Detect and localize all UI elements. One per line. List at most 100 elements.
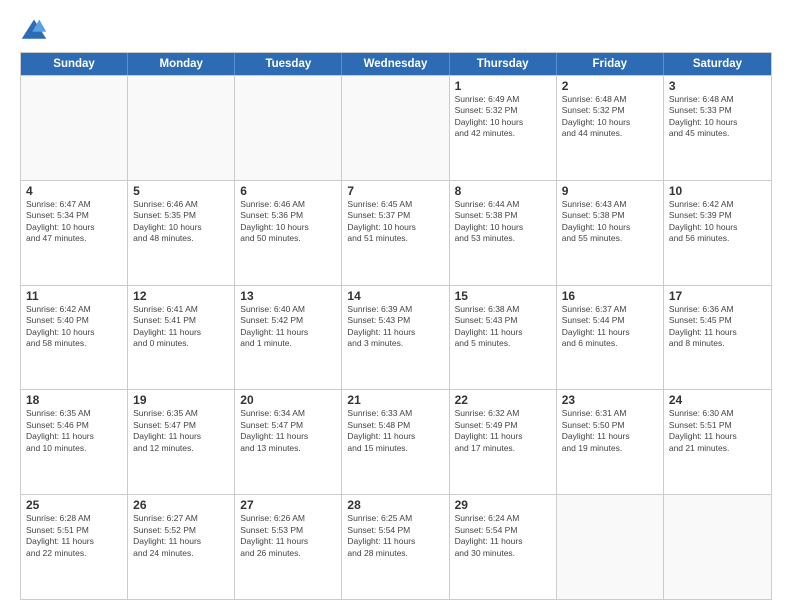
- calendar-cell: 18Sunrise: 6:35 AM Sunset: 5:46 PM Dayli…: [21, 390, 128, 494]
- header-day-saturday: Saturday: [664, 53, 771, 75]
- day-info: Sunrise: 6:41 AM Sunset: 5:41 PM Dayligh…: [133, 304, 229, 350]
- calendar: SundayMondayTuesdayWednesdayThursdayFrid…: [20, 52, 772, 600]
- calendar-cell: 21Sunrise: 6:33 AM Sunset: 5:48 PM Dayli…: [342, 390, 449, 494]
- day-number: 11: [26, 289, 122, 303]
- day-info: Sunrise: 6:34 AM Sunset: 5:47 PM Dayligh…: [240, 408, 336, 454]
- day-info: Sunrise: 6:48 AM Sunset: 5:33 PM Dayligh…: [669, 94, 766, 140]
- calendar-cell: 3Sunrise: 6:48 AM Sunset: 5:33 PM Daylig…: [664, 76, 771, 180]
- day-info: Sunrise: 6:39 AM Sunset: 5:43 PM Dayligh…: [347, 304, 443, 350]
- day-number: 15: [455, 289, 551, 303]
- day-info: Sunrise: 6:35 AM Sunset: 5:47 PM Dayligh…: [133, 408, 229, 454]
- calendar-cell: 20Sunrise: 6:34 AM Sunset: 5:47 PM Dayli…: [235, 390, 342, 494]
- day-number: 12: [133, 289, 229, 303]
- header-day-friday: Friday: [557, 53, 664, 75]
- calendar-cell: 13Sunrise: 6:40 AM Sunset: 5:42 PM Dayli…: [235, 286, 342, 390]
- day-number: 7: [347, 184, 443, 198]
- logo-icon: [20, 16, 48, 44]
- day-info: Sunrise: 6:30 AM Sunset: 5:51 PM Dayligh…: [669, 408, 766, 454]
- day-number: 13: [240, 289, 336, 303]
- calendar-cell: 2Sunrise: 6:48 AM Sunset: 5:32 PM Daylig…: [557, 76, 664, 180]
- day-info: Sunrise: 6:43 AM Sunset: 5:38 PM Dayligh…: [562, 199, 658, 245]
- calendar-cell: 14Sunrise: 6:39 AM Sunset: 5:43 PM Dayli…: [342, 286, 449, 390]
- calendar-cell: 15Sunrise: 6:38 AM Sunset: 5:43 PM Dayli…: [450, 286, 557, 390]
- day-number: 28: [347, 498, 443, 512]
- calendar-cell: 16Sunrise: 6:37 AM Sunset: 5:44 PM Dayli…: [557, 286, 664, 390]
- calendar-cell: 28Sunrise: 6:25 AM Sunset: 5:54 PM Dayli…: [342, 495, 449, 599]
- day-number: 9: [562, 184, 658, 198]
- calendar-cell: [342, 76, 449, 180]
- day-number: 21: [347, 393, 443, 407]
- day-info: Sunrise: 6:42 AM Sunset: 5:39 PM Dayligh…: [669, 199, 766, 245]
- day-info: Sunrise: 6:46 AM Sunset: 5:35 PM Dayligh…: [133, 199, 229, 245]
- calendar-cell: 29Sunrise: 6:24 AM Sunset: 5:54 PM Dayli…: [450, 495, 557, 599]
- day-number: 20: [240, 393, 336, 407]
- day-info: Sunrise: 6:32 AM Sunset: 5:49 PM Dayligh…: [455, 408, 551, 454]
- day-number: 18: [26, 393, 122, 407]
- calendar-cell: 22Sunrise: 6:32 AM Sunset: 5:49 PM Dayli…: [450, 390, 557, 494]
- calendar-week-3: 11Sunrise: 6:42 AM Sunset: 5:40 PM Dayli…: [21, 285, 771, 390]
- calendar-cell: 26Sunrise: 6:27 AM Sunset: 5:52 PM Dayli…: [128, 495, 235, 599]
- calendar-cell: 9Sunrise: 6:43 AM Sunset: 5:38 PM Daylig…: [557, 181, 664, 285]
- day-info: Sunrise: 6:27 AM Sunset: 5:52 PM Dayligh…: [133, 513, 229, 559]
- calendar-cell: [235, 76, 342, 180]
- calendar-cell: 27Sunrise: 6:26 AM Sunset: 5:53 PM Dayli…: [235, 495, 342, 599]
- day-info: Sunrise: 6:37 AM Sunset: 5:44 PM Dayligh…: [562, 304, 658, 350]
- day-info: Sunrise: 6:33 AM Sunset: 5:48 PM Dayligh…: [347, 408, 443, 454]
- calendar-week-1: 1Sunrise: 6:49 AM Sunset: 5:32 PM Daylig…: [21, 75, 771, 180]
- calendar-cell: 24Sunrise: 6:30 AM Sunset: 5:51 PM Dayli…: [664, 390, 771, 494]
- page: SundayMondayTuesdayWednesdayThursdayFrid…: [0, 0, 792, 612]
- day-info: Sunrise: 6:47 AM Sunset: 5:34 PM Dayligh…: [26, 199, 122, 245]
- calendar-week-2: 4Sunrise: 6:47 AM Sunset: 5:34 PM Daylig…: [21, 180, 771, 285]
- calendar-cell: 1Sunrise: 6:49 AM Sunset: 5:32 PM Daylig…: [450, 76, 557, 180]
- calendar-cell: 17Sunrise: 6:36 AM Sunset: 5:45 PM Dayli…: [664, 286, 771, 390]
- header: [20, 16, 772, 44]
- calendar-week-4: 18Sunrise: 6:35 AM Sunset: 5:46 PM Dayli…: [21, 389, 771, 494]
- calendar-cell: 7Sunrise: 6:45 AM Sunset: 5:37 PM Daylig…: [342, 181, 449, 285]
- logo: [20, 16, 54, 44]
- calendar-body: 1Sunrise: 6:49 AM Sunset: 5:32 PM Daylig…: [21, 75, 771, 599]
- calendar-cell: [128, 76, 235, 180]
- day-info: Sunrise: 6:28 AM Sunset: 5:51 PM Dayligh…: [26, 513, 122, 559]
- day-number: 4: [26, 184, 122, 198]
- calendar-cell: 25Sunrise: 6:28 AM Sunset: 5:51 PM Dayli…: [21, 495, 128, 599]
- day-info: Sunrise: 6:44 AM Sunset: 5:38 PM Dayligh…: [455, 199, 551, 245]
- calendar-cell: 12Sunrise: 6:41 AM Sunset: 5:41 PM Dayli…: [128, 286, 235, 390]
- day-number: 3: [669, 79, 766, 93]
- day-number: 1: [455, 79, 551, 93]
- calendar-cell: 23Sunrise: 6:31 AM Sunset: 5:50 PM Dayli…: [557, 390, 664, 494]
- header-day-wednesday: Wednesday: [342, 53, 449, 75]
- day-number: 17: [669, 289, 766, 303]
- day-info: Sunrise: 6:25 AM Sunset: 5:54 PM Dayligh…: [347, 513, 443, 559]
- day-info: Sunrise: 6:46 AM Sunset: 5:36 PM Dayligh…: [240, 199, 336, 245]
- day-info: Sunrise: 6:45 AM Sunset: 5:37 PM Dayligh…: [347, 199, 443, 245]
- day-number: 27: [240, 498, 336, 512]
- header-day-sunday: Sunday: [21, 53, 128, 75]
- calendar-cell: 5Sunrise: 6:46 AM Sunset: 5:35 PM Daylig…: [128, 181, 235, 285]
- day-info: Sunrise: 6:35 AM Sunset: 5:46 PM Dayligh…: [26, 408, 122, 454]
- day-info: Sunrise: 6:24 AM Sunset: 5:54 PM Dayligh…: [455, 513, 551, 559]
- day-info: Sunrise: 6:49 AM Sunset: 5:32 PM Dayligh…: [455, 94, 551, 140]
- calendar-cell: 10Sunrise: 6:42 AM Sunset: 5:39 PM Dayli…: [664, 181, 771, 285]
- calendar-cell: 4Sunrise: 6:47 AM Sunset: 5:34 PM Daylig…: [21, 181, 128, 285]
- day-info: Sunrise: 6:38 AM Sunset: 5:43 PM Dayligh…: [455, 304, 551, 350]
- day-number: 26: [133, 498, 229, 512]
- calendar-cell: 6Sunrise: 6:46 AM Sunset: 5:36 PM Daylig…: [235, 181, 342, 285]
- day-number: 2: [562, 79, 658, 93]
- calendar-week-5: 25Sunrise: 6:28 AM Sunset: 5:51 PM Dayli…: [21, 494, 771, 599]
- day-number: 16: [562, 289, 658, 303]
- day-number: 14: [347, 289, 443, 303]
- calendar-cell: [21, 76, 128, 180]
- day-info: Sunrise: 6:42 AM Sunset: 5:40 PM Dayligh…: [26, 304, 122, 350]
- day-number: 8: [455, 184, 551, 198]
- calendar-header-row: SundayMondayTuesdayWednesdayThursdayFrid…: [21, 53, 771, 75]
- day-number: 29: [455, 498, 551, 512]
- day-number: 19: [133, 393, 229, 407]
- day-number: 23: [562, 393, 658, 407]
- day-info: Sunrise: 6:48 AM Sunset: 5:32 PM Dayligh…: [562, 94, 658, 140]
- day-number: 25: [26, 498, 122, 512]
- day-number: 10: [669, 184, 766, 198]
- header-day-monday: Monday: [128, 53, 235, 75]
- day-number: 22: [455, 393, 551, 407]
- calendar-cell: [664, 495, 771, 599]
- header-day-tuesday: Tuesday: [235, 53, 342, 75]
